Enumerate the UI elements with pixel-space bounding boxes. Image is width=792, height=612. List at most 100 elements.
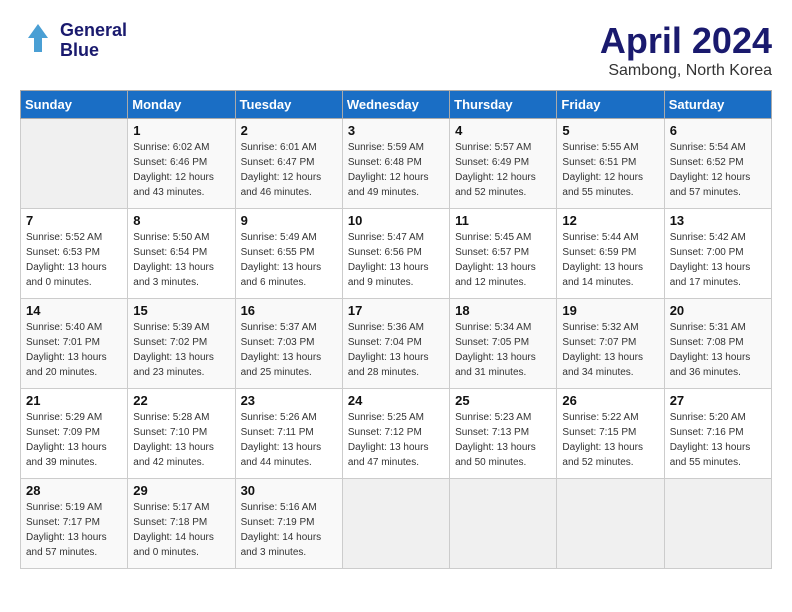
day-number: 30 bbox=[241, 483, 337, 498]
page-header: General Blue April 2024 Sambong, North K… bbox=[20, 20, 772, 80]
calendar-cell bbox=[450, 479, 557, 569]
day-info: Sunrise: 5:42 AM Sunset: 7:00 PM Dayligh… bbox=[670, 230, 766, 290]
calendar-week-row: 1 Sunrise: 6:02 AM Sunset: 6:46 PM Daylig… bbox=[21, 119, 772, 209]
weekday-header: Monday bbox=[128, 91, 235, 119]
logo: General Blue bbox=[20, 20, 127, 61]
calendar-cell: 12Sunrise: 5:44 AM Sunset: 6:59 PM Dayli… bbox=[557, 209, 664, 299]
day-info: Sunrise: 5:19 AM Sunset: 7:17 PM Dayligh… bbox=[26, 500, 122, 560]
day-number: 4 bbox=[455, 123, 551, 138]
day-number: 1 bbox=[133, 123, 229, 138]
day-number: 15 bbox=[133, 303, 229, 318]
day-info: Sunrise: 5:59 AM Sunset: 6:48 PM Dayligh… bbox=[348, 140, 444, 200]
day-info: Sunrise: 5:40 AM Sunset: 7:01 PM Dayligh… bbox=[26, 320, 122, 380]
calendar-cell: 10Sunrise: 5:47 AM Sunset: 6:56 PM Dayli… bbox=[342, 209, 449, 299]
calendar-cell: 23 Sunrise: 5:26 AM Sunset: 7:11 PM Dayli… bbox=[235, 389, 342, 479]
day-number: 13 bbox=[670, 213, 766, 228]
calendar-cell: 18Sunrise: 5:34 AM Sunset: 7:05 PM Dayli… bbox=[450, 299, 557, 389]
day-info: Sunrise: 5:23 AM Sunset: 7:13 PM Dayligh… bbox=[455, 410, 551, 470]
calendar-cell: 27Sunrise: 5:20 AM Sunset: 7:16 PM Dayli… bbox=[664, 389, 771, 479]
calendar-table: SundayMondayTuesdayWednesdayThursdayFrid… bbox=[20, 90, 772, 569]
day-info: Sunrise: 5:29 AM Sunset: 7:09 PM Dayligh… bbox=[26, 410, 122, 470]
calendar-week-row: 14Sunrise: 5:40 AM Sunset: 7:01 PM Dayli… bbox=[21, 299, 772, 389]
day-info: Sunrise: 5:47 AM Sunset: 6:56 PM Dayligh… bbox=[348, 230, 444, 290]
day-info: Sunrise: 5:50 AM Sunset: 6:54 PM Dayligh… bbox=[133, 230, 229, 290]
logo-icon bbox=[20, 20, 56, 56]
calendar-cell: 19 Sunrise: 5:32 AM Sunset: 7:07 PM Dayli… bbox=[557, 299, 664, 389]
calendar-cell: 24 Sunrise: 5:25 AM Sunset: 7:12 PM Dayli… bbox=[342, 389, 449, 479]
day-number: 8 bbox=[133, 213, 229, 228]
day-info: Sunrise: 5:55 AM Sunset: 6:51 PM Dayligh… bbox=[562, 140, 658, 200]
day-number: 22 bbox=[133, 393, 229, 408]
calendar-week-row: 7 Sunrise: 5:52 AM Sunset: 6:53 PM Daylig… bbox=[21, 209, 772, 299]
day-number: 24 bbox=[348, 393, 444, 408]
calendar-body: 1 Sunrise: 6:02 AM Sunset: 6:46 PM Daylig… bbox=[21, 119, 772, 569]
day-info: Sunrise: 5:26 AM Sunset: 7:11 PM Dayligh… bbox=[241, 410, 337, 470]
day-info: Sunrise: 5:16 AM Sunset: 7:19 PM Dayligh… bbox=[241, 500, 337, 560]
day-info: Sunrise: 5:37 AM Sunset: 7:03 PM Dayligh… bbox=[241, 320, 337, 380]
day-number: 25 bbox=[455, 393, 551, 408]
calendar-week-row: 28 Sunrise: 5:19 AM Sunset: 7:17 PM Dayli… bbox=[21, 479, 772, 569]
day-number: 11 bbox=[455, 213, 551, 228]
day-number: 6 bbox=[670, 123, 766, 138]
day-number: 2 bbox=[241, 123, 337, 138]
calendar-cell bbox=[342, 479, 449, 569]
calendar-cell: 17 Sunrise: 5:36 AM Sunset: 7:04 PM Dayli… bbox=[342, 299, 449, 389]
calendar-cell: 13 Sunrise: 5:42 AM Sunset: 7:00 PM Dayli… bbox=[664, 209, 771, 299]
calendar-cell: 1 Sunrise: 6:02 AM Sunset: 6:46 PM Daylig… bbox=[128, 119, 235, 209]
day-number: 21 bbox=[26, 393, 122, 408]
day-number: 28 bbox=[26, 483, 122, 498]
weekday-header: Wednesday bbox=[342, 91, 449, 119]
calendar-cell: 3 Sunrise: 5:59 AM Sunset: 6:48 PM Daylig… bbox=[342, 119, 449, 209]
day-info: Sunrise: 5:32 AM Sunset: 7:07 PM Dayligh… bbox=[562, 320, 658, 380]
day-info: Sunrise: 5:31 AM Sunset: 7:08 PM Dayligh… bbox=[670, 320, 766, 380]
day-info: Sunrise: 5:36 AM Sunset: 7:04 PM Dayligh… bbox=[348, 320, 444, 380]
calendar-cell: 26Sunrise: 5:22 AM Sunset: 7:15 PM Dayli… bbox=[557, 389, 664, 479]
calendar-cell: 7 Sunrise: 5:52 AM Sunset: 6:53 PM Daylig… bbox=[21, 209, 128, 299]
day-number: 9 bbox=[241, 213, 337, 228]
calendar-cell bbox=[21, 119, 128, 209]
calendar-cell: 20 Sunrise: 5:31 AM Sunset: 7:08 PM Dayli… bbox=[664, 299, 771, 389]
weekday-header: Saturday bbox=[664, 91, 771, 119]
weekday-header: Tuesday bbox=[235, 91, 342, 119]
calendar-cell: 21 Sunrise: 5:29 AM Sunset: 7:09 PM Dayli… bbox=[21, 389, 128, 479]
day-info: Sunrise: 5:49 AM Sunset: 6:55 PM Dayligh… bbox=[241, 230, 337, 290]
calendar-cell: 5 Sunrise: 5:55 AM Sunset: 6:51 PM Daylig… bbox=[557, 119, 664, 209]
calendar-cell bbox=[557, 479, 664, 569]
calendar-cell: 9 Sunrise: 5:49 AM Sunset: 6:55 PM Daylig… bbox=[235, 209, 342, 299]
day-number: 26 bbox=[562, 393, 658, 408]
day-number: 7 bbox=[26, 213, 122, 228]
calendar-cell: 28 Sunrise: 5:19 AM Sunset: 7:17 PM Dayli… bbox=[21, 479, 128, 569]
calendar-cell: 25 Sunrise: 5:23 AM Sunset: 7:13 PM Dayli… bbox=[450, 389, 557, 479]
day-info: Sunrise: 6:02 AM Sunset: 6:46 PM Dayligh… bbox=[133, 140, 229, 200]
day-number: 19 bbox=[562, 303, 658, 318]
day-number: 27 bbox=[670, 393, 766, 408]
day-info: Sunrise: 5:34 AM Sunset: 7:05 PM Dayligh… bbox=[455, 320, 551, 380]
calendar-cell: 4 Sunrise: 5:57 AM Sunset: 6:49 PM Daylig… bbox=[450, 119, 557, 209]
calendar-cell: 29Sunrise: 5:17 AM Sunset: 7:18 PM Dayli… bbox=[128, 479, 235, 569]
day-number: 5 bbox=[562, 123, 658, 138]
location-title: Sambong, North Korea bbox=[600, 62, 772, 80]
calendar-cell: 6 Sunrise: 5:54 AM Sunset: 6:52 PM Daylig… bbox=[664, 119, 771, 209]
day-info: Sunrise: 5:25 AM Sunset: 7:12 PM Dayligh… bbox=[348, 410, 444, 470]
day-info: Sunrise: 5:54 AM Sunset: 6:52 PM Dayligh… bbox=[670, 140, 766, 200]
day-number: 3 bbox=[348, 123, 444, 138]
day-info: Sunrise: 5:52 AM Sunset: 6:53 PM Dayligh… bbox=[26, 230, 122, 290]
day-info: Sunrise: 5:57 AM Sunset: 6:49 PM Dayligh… bbox=[455, 140, 551, 200]
day-number: 17 bbox=[348, 303, 444, 318]
day-number: 23 bbox=[241, 393, 337, 408]
weekday-header: Sunday bbox=[21, 91, 128, 119]
day-info: Sunrise: 5:45 AM Sunset: 6:57 PM Dayligh… bbox=[455, 230, 551, 290]
weekday-header: Thursday bbox=[450, 91, 557, 119]
calendar-cell: 2 Sunrise: 6:01 AM Sunset: 6:47 PM Daylig… bbox=[235, 119, 342, 209]
month-title: April 2024 bbox=[600, 20, 772, 62]
calendar-cell: 15Sunrise: 5:39 AM Sunset: 7:02 PM Dayli… bbox=[128, 299, 235, 389]
day-info: Sunrise: 5:28 AM Sunset: 7:10 PM Dayligh… bbox=[133, 410, 229, 470]
weekday-header: Friday bbox=[557, 91, 664, 119]
day-info: Sunrise: 6:01 AM Sunset: 6:47 PM Dayligh… bbox=[241, 140, 337, 200]
day-number: 20 bbox=[670, 303, 766, 318]
day-info: Sunrise: 5:44 AM Sunset: 6:59 PM Dayligh… bbox=[562, 230, 658, 290]
calendar-cell: 30 Sunrise: 5:16 AM Sunset: 7:19 PM Dayli… bbox=[235, 479, 342, 569]
day-number: 29 bbox=[133, 483, 229, 498]
calendar-cell: 8 Sunrise: 5:50 AM Sunset: 6:54 PM Daylig… bbox=[128, 209, 235, 299]
title-block: April 2024 Sambong, North Korea bbox=[600, 20, 772, 80]
